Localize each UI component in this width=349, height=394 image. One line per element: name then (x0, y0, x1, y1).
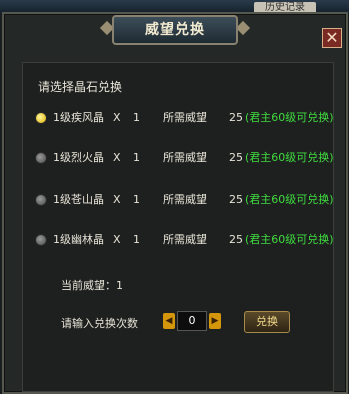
exchange-count-input[interactable]: 0 (177, 311, 207, 331)
requirement-note: (君主60级可兑换) (245, 151, 334, 164)
requirement-value: 25 (229, 233, 243, 246)
current-prestige-label: 当前威望： (61, 279, 116, 292)
item-quantity: 1 (133, 233, 140, 246)
prestige-exchange-dialog: 威望兑换 ✕ 请选择晶石兑换 1级疾风晶 X 1 所需威望 25 (君主60级可… (2, 12, 348, 394)
item-quantity: 1 (133, 111, 140, 124)
item-multiplier: X (113, 193, 121, 206)
requirement-value: 25 (229, 193, 243, 206)
radio-icon[interactable] (35, 234, 47, 246)
requirement-value: 25 (229, 111, 243, 124)
exchange-count-label: 请输入兑换次数 (61, 317, 138, 330)
requirement-label: 所需威望 (163, 111, 207, 124)
requirement-label: 所需威望 (163, 151, 207, 164)
item-quantity: 1 (133, 193, 140, 206)
item-quantity: 1 (133, 151, 140, 164)
close-button[interactable]: ✕ (322, 28, 342, 48)
item-name: 1级幽林晶 (53, 233, 104, 246)
radio-icon[interactable] (35, 194, 47, 206)
exchange-count-stepper: ◀ 0 ▶ (163, 311, 221, 331)
item-name: 1级疾风晶 (53, 111, 104, 124)
close-icon: ✕ (325, 28, 339, 47)
item-row[interactable]: 1级幽林晶 X 1 所需威望 25 (君主60级可兑换) (35, 231, 335, 249)
title-right-ornament (235, 20, 251, 36)
item-multiplier: X (113, 151, 121, 164)
dialog-title-plate: 威望兑换 (112, 15, 238, 45)
radio-icon[interactable] (35, 152, 47, 164)
current-prestige-value: 1 (116, 279, 123, 292)
item-multiplier: X (113, 111, 121, 124)
item-row[interactable]: 1级苍山晶 X 1 所需威望 25 (君主60级可兑换) (35, 191, 335, 209)
dialog-title: 威望兑换 (145, 22, 205, 38)
requirement-note: (君主60级可兑换) (245, 193, 334, 206)
item-name: 1级烈火晶 (53, 151, 104, 164)
item-row[interactable]: 1级烈火晶 X 1 所需威望 25 (君主60级可兑换) (35, 149, 335, 167)
requirement-label: 所需威望 (163, 233, 207, 246)
increment-arrow-icon[interactable]: ▶ (209, 313, 221, 329)
requirement-label: 所需威望 (163, 193, 207, 206)
item-row[interactable]: 1级疾风晶 X 1 所需威望 25 (君主60级可兑换) (35, 109, 335, 127)
radio-icon[interactable] (35, 112, 47, 124)
decrement-arrow-icon[interactable]: ◀ (163, 313, 175, 329)
requirement-note: (君主60级可兑换) (245, 111, 334, 124)
exchange-panel: 请选择晶石兑换 1级疾风晶 X 1 所需威望 25 (君主60级可兑换) 1级烈… (22, 62, 334, 392)
item-multiplier: X (113, 233, 121, 246)
current-prestige: 当前威望：1 (61, 277, 123, 293)
select-prompt: 请选择晶石兑换 (38, 80, 123, 94)
requirement-note: (君主60级可兑换) (245, 233, 334, 246)
requirement-value: 25 (229, 151, 243, 164)
exchange-button[interactable]: 兑换 (244, 311, 290, 333)
item-name: 1级苍山晶 (53, 193, 104, 206)
